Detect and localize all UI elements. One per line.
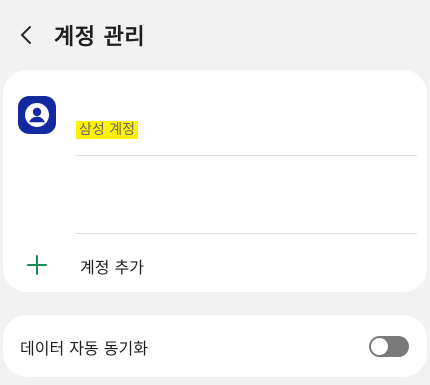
redacted-account-name <box>75 92 257 114</box>
accounts-card: 삼성 계정 계정 추가 <box>3 70 427 292</box>
redacted-account-item <box>18 162 270 222</box>
divider <box>75 155 417 156</box>
sync-card: 데이터 자동 동기화 <box>3 315 427 377</box>
divider <box>75 233 417 234</box>
back-button[interactable] <box>12 20 42 50</box>
page-title: 계정 관리 <box>54 25 146 50</box>
account-label: 삼성 계정 <box>76 121 138 139</box>
add-account-button[interactable]: 계정 추가 <box>3 240 427 290</box>
header: 계정 관리 <box>0 0 430 70</box>
toggle-knob <box>370 337 389 356</box>
plus-icon <box>27 255 47 275</box>
samsung-account-icon <box>18 96 56 134</box>
add-account-label: 계정 추가 <box>80 258 144 277</box>
samsung-account-item[interactable]: 삼성 계정 <box>3 84 427 154</box>
chevron-left-icon <box>21 26 31 44</box>
auto-sync-toggle[interactable] <box>369 336 409 357</box>
auto-sync-label: 데이터 자동 동기화 <box>20 339 148 358</box>
